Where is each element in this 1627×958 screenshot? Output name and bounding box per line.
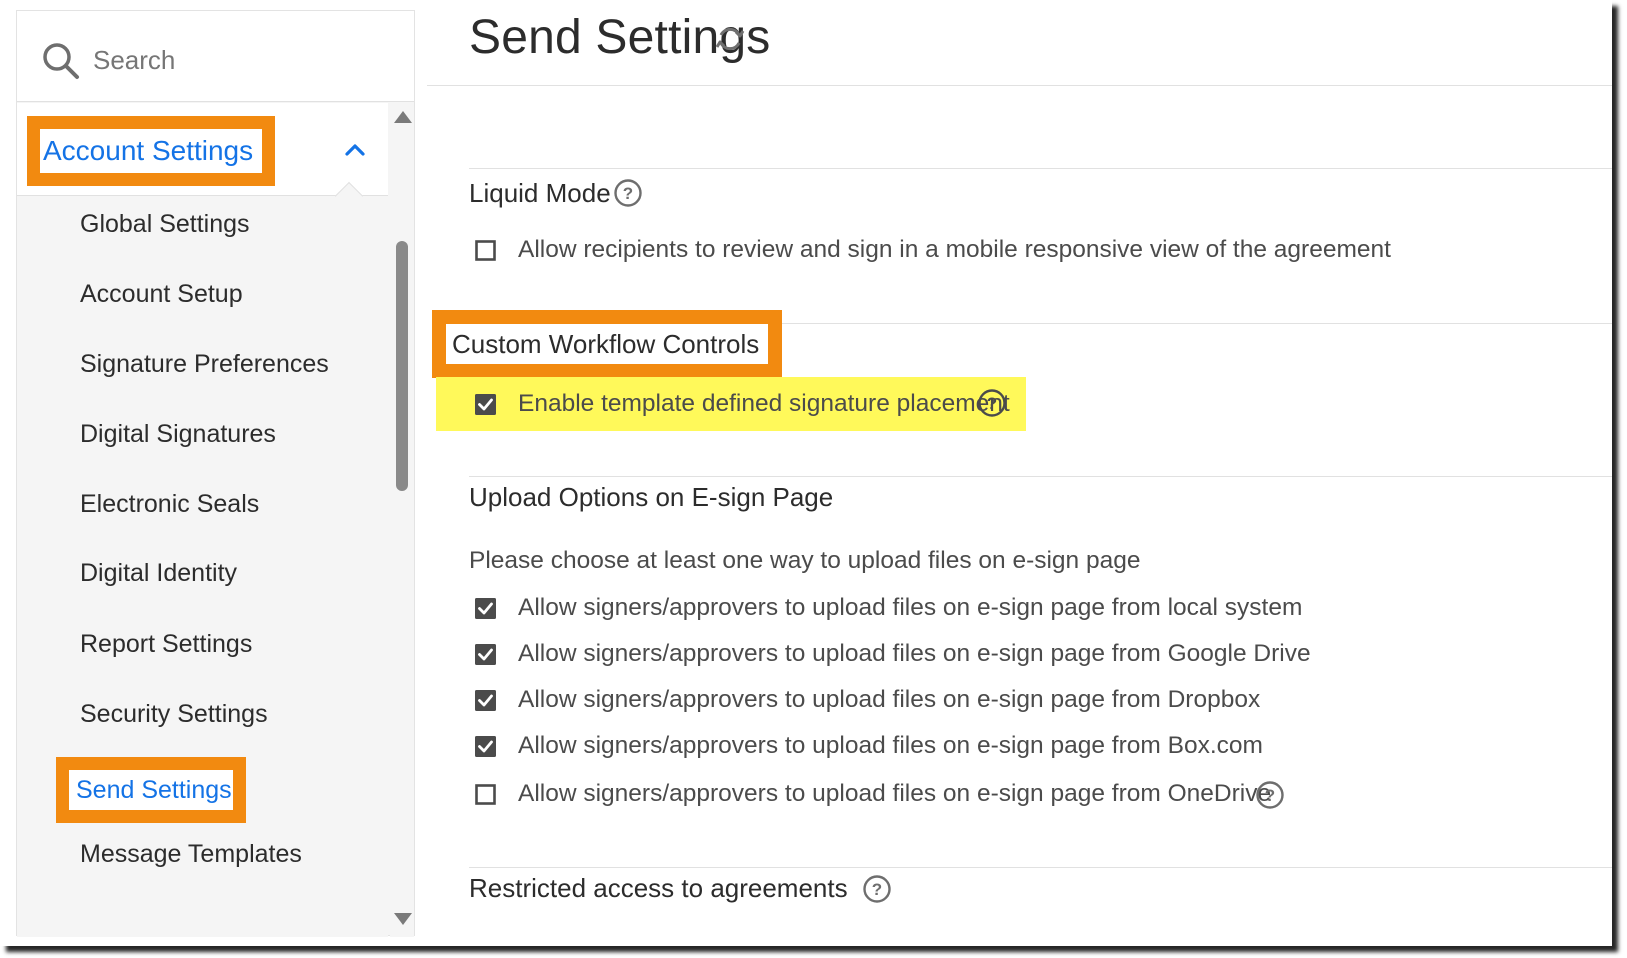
svg-text:?: ?	[872, 880, 882, 899]
checkbox-checked-icon[interactable]	[475, 394, 496, 415]
checkbox-label: Allow signers/approvers to upload files …	[518, 640, 1311, 668]
upload-box-option[interactable]: Allow signers/approvers to upload files …	[475, 729, 1263, 763]
onedrive-help-icon[interactable]: ?	[1255, 780, 1285, 810]
custom-workflow-callout: Custom Workflow Controls	[432, 310, 782, 378]
upload-options-helper: Please choose at least one way to upload…	[469, 547, 1140, 575]
liquid-mode-option[interactable]: Allow recipients to review and sign in a…	[475, 233, 1391, 267]
sidebar-item-message-templates[interactable]: Message Templates	[80, 840, 302, 869]
sidebar-item-digital-identity[interactable]: Digital Identity	[80, 559, 237, 588]
restricted-access-title: Restricted access to agreements	[469, 873, 848, 904]
upload-onedrive-option[interactable]: Allow signers/approvers to upload files …	[475, 777, 1271, 811]
checkbox-checked-icon[interactable]	[475, 644, 496, 665]
search-icon[interactable]	[41, 41, 81, 81]
sidebar: Account Settings Global Settings Account…	[16, 10, 415, 936]
upload-options-title: Upload Options on E-sign Page	[469, 482, 833, 513]
search-bar	[17, 11, 414, 102]
template-placement-help-icon[interactable]: ?	[977, 388, 1007, 418]
sidebar-item-signature-preferences[interactable]: Signature Preferences	[80, 350, 329, 379]
checkbox-label: Allow recipients to review and sign in a…	[518, 236, 1391, 264]
svg-text:?: ?	[987, 394, 997, 413]
sidebar-item-electronic-seals[interactable]: Electronic Seals	[80, 490, 259, 519]
custom-workflow-title: Custom Workflow Controls	[452, 329, 759, 360]
liquid-mode-help-icon[interactable]: ?	[613, 178, 643, 208]
checkbox-label: Allow signers/approvers to upload files …	[518, 594, 1302, 622]
section-divider	[469, 867, 1612, 868]
restricted-access-help-icon[interactable]: ?	[862, 874, 892, 904]
scroll-down-arrow-icon[interactable]	[394, 913, 412, 925]
svg-text:?: ?	[623, 184, 633, 203]
sidebar-item-digital-signatures[interactable]: Digital Signatures	[80, 420, 276, 449]
checkbox-label: Allow signers/approvers to upload files …	[518, 780, 1271, 808]
sidebar-item-security-settings[interactable]: Security Settings	[80, 700, 268, 729]
section-divider	[469, 476, 1612, 477]
checkbox-label: Enable template defined signature placem…	[518, 390, 1010, 418]
checkbox-empty-icon[interactable]	[475, 240, 496, 261]
account-settings-header[interactable]: Account Settings	[17, 103, 388, 196]
liquid-mode-title: Liquid Mode	[469, 178, 611, 209]
svg-text:?: ?	[1265, 786, 1275, 805]
template-signature-placement-option[interactable]: Enable template defined signature placem…	[475, 387, 1010, 421]
send-settings-label: Send Settings	[76, 776, 232, 805]
account-settings-label: Account Settings	[43, 135, 253, 167]
checkbox-checked-icon[interactable]	[475, 598, 496, 619]
settings-nav: Account Settings Global Settings Account…	[17, 103, 388, 937]
sidebar-item-global-settings[interactable]: Global Settings	[80, 210, 250, 239]
app-window: Account Settings Global Settings Account…	[0, 0, 1612, 946]
checkbox-empty-icon[interactable]	[475, 784, 496, 805]
sidebar-item-report-settings[interactable]: Report Settings	[80, 630, 252, 659]
chevron-up-icon[interactable]	[344, 141, 366, 157]
main-content: Send Settings Liquid Mode ? Allow recipi…	[427, 0, 1612, 946]
section-divider	[469, 168, 1612, 169]
checkbox-label: Allow signers/approvers to upload files …	[518, 732, 1263, 760]
search-input[interactable]	[93, 41, 393, 79]
upload-dropbox-option[interactable]: Allow signers/approvers to upload files …	[475, 683, 1260, 717]
checkbox-label: Allow signers/approvers to upload files …	[518, 686, 1260, 714]
scroll-thumb[interactable]	[396, 241, 408, 491]
sidebar-scrollbar[interactable]	[390, 103, 414, 937]
title-divider	[427, 85, 1612, 86]
upload-local-system-option[interactable]: Allow signers/approvers to upload files …	[475, 591, 1302, 625]
checkbox-checked-icon[interactable]	[475, 690, 496, 711]
upload-google-drive-option[interactable]: Allow signers/approvers to upload files …	[475, 637, 1311, 671]
sidebar-item-send-settings[interactable]: Send Settings	[56, 757, 246, 823]
sidebar-item-account-setup[interactable]: Account Setup	[80, 280, 243, 309]
refresh-icon[interactable]	[715, 24, 745, 54]
account-settings-callout: Account Settings	[27, 116, 275, 186]
scroll-up-arrow-icon[interactable]	[394, 111, 412, 123]
checkbox-checked-icon[interactable]	[475, 736, 496, 757]
